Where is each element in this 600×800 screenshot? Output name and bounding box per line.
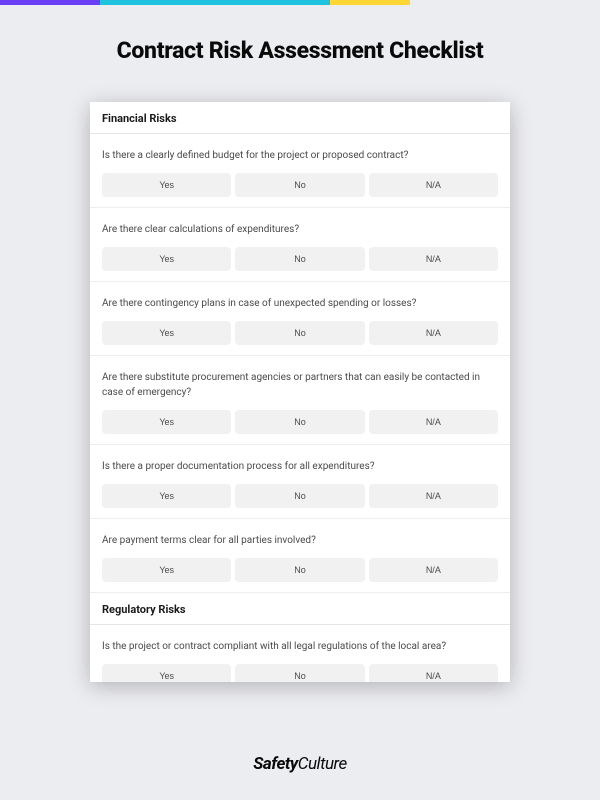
option-yes[interactable]: Yes — [102, 321, 231, 345]
option-yes[interactable]: Yes — [102, 558, 231, 582]
option-no[interactable]: No — [235, 484, 364, 508]
option-na[interactable]: N/A — [369, 484, 498, 508]
question-text: Is there a proper documentation process … — [102, 459, 498, 474]
footer: SafetyCulture — [0, 754, 600, 774]
option-yes[interactable]: Yes — [102, 247, 231, 271]
section-title-financial: Financial Risks — [90, 102, 510, 134]
option-no[interactable]: No — [235, 558, 364, 582]
option-na[interactable]: N/A — [369, 410, 498, 434]
option-yes[interactable]: Yes — [102, 410, 231, 434]
options-row: Yes No N/A — [102, 321, 498, 345]
brand-light: Culture — [298, 754, 347, 774]
options-row: Yes No N/A — [102, 664, 498, 682]
options-row: Yes No N/A — [102, 558, 498, 582]
accent-cyan — [100, 0, 330, 5]
page-title: Contract Risk Assessment Checklist — [20, 37, 580, 64]
question-text: Is the project or contract compliant wit… — [102, 639, 498, 654]
option-yes[interactable]: Yes — [102, 664, 231, 682]
option-no[interactable]: No — [235, 410, 364, 434]
option-na[interactable]: N/A — [369, 321, 498, 345]
accent-blank — [410, 0, 600, 5]
question-block: Are payment terms clear for all parties … — [90, 519, 510, 593]
options-row: Yes No N/A — [102, 410, 498, 434]
option-yes[interactable]: Yes — [102, 484, 231, 508]
option-no[interactable]: No — [235, 247, 364, 271]
question-block: Is the project or contract compliant wit… — [90, 625, 510, 682]
brand-logo: SafetyCulture — [253, 754, 346, 774]
option-na[interactable]: N/A — [369, 247, 498, 271]
option-no[interactable]: No — [235, 321, 364, 345]
question-text: Are payment terms clear for all parties … — [102, 533, 498, 548]
checklist-panel: Financial Risks Is there a clearly defin… — [90, 102, 510, 682]
top-accent-bar — [0, 0, 600, 5]
question-block: Are there contingency plans in case of u… — [90, 282, 510, 356]
question-text: Are there clear calculations of expendit… — [102, 222, 498, 237]
question-block: Are there substitute procurement agencie… — [90, 356, 510, 445]
accent-yellow — [330, 0, 410, 5]
brand-bold: Safety — [253, 754, 297, 774]
section-title-regulatory: Regulatory Risks — [90, 593, 510, 625]
question-block: Are there clear calculations of expendit… — [90, 208, 510, 282]
question-block: Is there a proper documentation process … — [90, 445, 510, 519]
option-na[interactable]: N/A — [369, 173, 498, 197]
option-na[interactable]: N/A — [369, 664, 498, 682]
question-block: Is there a clearly defined budget for th… — [90, 134, 510, 208]
options-row: Yes No N/A — [102, 173, 498, 197]
accent-purple — [0, 0, 100, 5]
option-no[interactable]: No — [235, 173, 364, 197]
question-text: Are there substitute procurement agencie… — [102, 370, 498, 400]
options-row: Yes No N/A — [102, 484, 498, 508]
option-no[interactable]: No — [235, 664, 364, 682]
option-yes[interactable]: Yes — [102, 173, 231, 197]
question-text: Are there contingency plans in case of u… — [102, 296, 498, 311]
question-text: Is there a clearly defined budget for th… — [102, 148, 498, 163]
option-na[interactable]: N/A — [369, 558, 498, 582]
page-header: Contract Risk Assessment Checklist — [0, 5, 600, 84]
options-row: Yes No N/A — [102, 247, 498, 271]
